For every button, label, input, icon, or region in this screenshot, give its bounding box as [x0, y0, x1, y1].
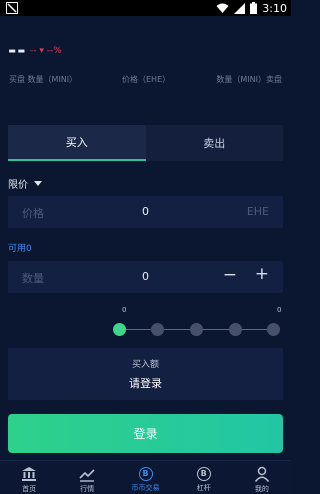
- coin-icon: B: [195, 466, 213, 481]
- user-icon: [253, 466, 271, 482]
- nav-home-label: 首页: [22, 485, 37, 493]
- price-field[interactable]: 价格 0 EHE: [8, 196, 283, 228]
- chart-line-icon: [78, 466, 96, 482]
- tab-buy[interactable]: 买入: [8, 125, 146, 161]
- quantity-slider[interactable]: [113, 320, 283, 340]
- decrease-button[interactable]: −: [223, 265, 237, 285]
- nav-spot-trading[interactable]: B 币币交易: [116, 461, 174, 493]
- price-unit: EHE: [246, 205, 269, 218]
- slider-min-label: 0: [122, 306, 127, 314]
- price-change: -- ▾ --%: [30, 46, 62, 56]
- increase-button[interactable]: +: [255, 264, 269, 284]
- price-header: 价格（EHE）: [122, 75, 171, 84]
- battery-icon: [250, 2, 258, 14]
- slider-max-label: 0: [277, 306, 282, 314]
- quantity-field[interactable]: 数量 0 − +: [8, 261, 283, 293]
- status-bar: 3:10: [0, 0, 291, 16]
- wifi-icon: [216, 3, 229, 13]
- login-button[interactable]: 登录: [8, 414, 283, 453]
- nav-profile[interactable]: 我的: [233, 461, 291, 493]
- slider-step-0[interactable]: [113, 323, 126, 336]
- buy-amount-label: 买入额: [131, 360, 159, 370]
- ask-quantity-header: 数量（MINI）卖盘: [216, 75, 282, 84]
- status-time: 3:10: [262, 1, 287, 15]
- order-type-label: 限价: [8, 180, 28, 191]
- nav-profile-label: 我的: [254, 485, 269, 493]
- notification-icon: [6, 2, 18, 14]
- slider-step-100[interactable]: [267, 323, 280, 336]
- nav-market-label: 行情: [80, 485, 95, 493]
- bank-icon: [20, 466, 38, 482]
- bid-quantity-header: 买盘 数量（MINI）: [9, 75, 78, 84]
- caret-down-icon: [34, 181, 42, 186]
- trade-side-tabs: 买入 卖出: [8, 125, 283, 161]
- nav-leverage[interactable]: B 杠杆: [175, 461, 233, 493]
- last-price: --: [8, 38, 27, 62]
- price-value: 0: [142, 205, 149, 218]
- signal-icon: [234, 2, 246, 14]
- available-balance: 可用0: [8, 244, 32, 254]
- slider-step-75[interactable]: [229, 323, 242, 336]
- tab-sell[interactable]: 卖出: [145, 125, 283, 161]
- bottom-nav: 首页 行情 B 币币交易 B 杠杆 我的: [0, 460, 291, 493]
- order-type-dropdown[interactable]: 限价: [8, 176, 42, 191]
- slider-step-25[interactable]: [151, 323, 164, 336]
- buy-amount-box: 买入额 请登录: [8, 348, 283, 400]
- quantity-value: 0: [142, 270, 149, 283]
- nav-home[interactable]: 首页: [0, 461, 58, 493]
- nav-market[interactable]: 行情: [58, 461, 116, 493]
- coin-icon: B: [137, 466, 155, 481]
- buy-amount-value: 请登录: [129, 377, 162, 390]
- slider-step-50[interactable]: [190, 323, 203, 336]
